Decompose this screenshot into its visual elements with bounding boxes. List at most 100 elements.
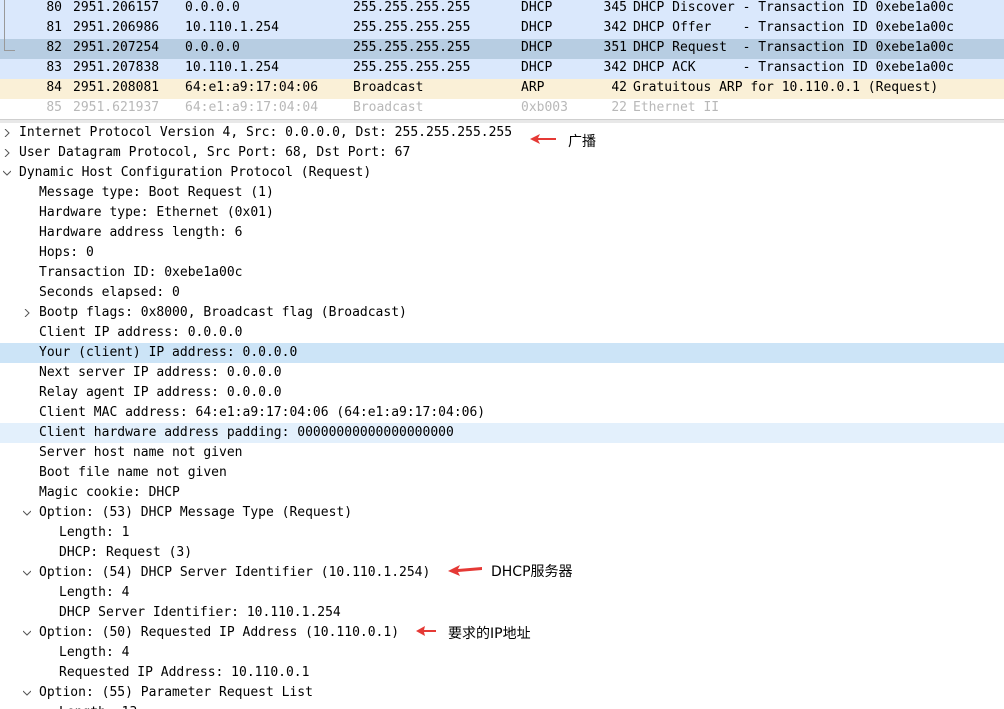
detail-tree-label: Option: (50) Requested IP Address (10.11… [39, 625, 400, 640]
packet-dst-cell: 255.255.255.255 [353, 60, 471, 75]
detail-tree-item[interactable]: Bootp flags: 0x8000, Broadcast flag (Bro… [0, 303, 1004, 323]
packet-no-cell: 84 [46, 80, 62, 95]
detail-tree-item[interactable]: Relay agent IP address: 0.0.0.0 [0, 383, 1004, 403]
packet-info-cell: Ethernet II [633, 100, 720, 115]
detail-tree-item[interactable]: Magic cookie: DHCP [0, 483, 1004, 503]
packet-row[interactable]: 81 2951.206986 10.110.1.254 255.255.255.255… [0, 19, 1004, 39]
packet-list: 80 2951.206157 0.0.0.0 255.255.255.255 DHCP 3… [0, 0, 1004, 119]
detail-tree-item[interactable]: Hardware address length: 6 [0, 223, 1004, 243]
packet-len-cell: 351 [603, 40, 627, 55]
packet-src-cell: 0.0.0.0 [185, 0, 240, 15]
packet-proto-cell: DHCP [521, 60, 553, 75]
packet-src-cell: 10.110.1.254 [185, 60, 279, 75]
packet-row[interactable]: 80 2951.206157 0.0.0.0 255.255.255.255 DHCP 3… [0, 0, 1004, 19]
packet-proto-cell: DHCP [521, 20, 553, 35]
detail-tree-item[interactable]: Hops: 0 [0, 243, 1004, 263]
chevron-right-icon[interactable] [3, 129, 11, 137]
detail-tree-label: Requested IP Address: 10.110.0.1 [59, 665, 310, 680]
packet-info-cell: Gratuitous ARP for 10.110.0.1 (Request) [633, 80, 939, 95]
detail-tree-label: Internet Protocol Version 4, Src: 0.0.0.… [19, 125, 513, 140]
detail-tree-item[interactable]: Hardware type: Ethernet (0x01) [0, 203, 1004, 223]
packet-src-cell: 64:e1:a9:17:04:04 [185, 100, 319, 115]
packet-row[interactable]: 82 2951.207254 0.0.0.0 255.255.255.255 DHCP 3… [0, 39, 1004, 59]
detail-tree-label: Server host name not given [39, 445, 243, 460]
chevron-down-icon[interactable] [23, 509, 31, 517]
detail-tree-label: Hardware address length: 6 [39, 225, 243, 240]
detail-tree-item[interactable]: Length: 1 [0, 523, 1004, 543]
detail-tree-label: Length: 4 [59, 645, 130, 660]
packet-info-cell: DHCP Discover - Transaction ID 0xebe1a00… [633, 0, 954, 15]
packet-len-cell: 342 [603, 20, 627, 35]
broadcast-arrow-icon [530, 134, 556, 144]
packet-row[interactable]: 84 2951.208081 64:e1:a9:17:04:06 Broadcast A… [0, 79, 1004, 99]
detail-tree-item[interactable]: Option: (55) Parameter Request List [0, 683, 1004, 703]
detail-tree-item[interactable]: Boot file name not given [0, 463, 1004, 483]
detail-tree-item[interactable]: DHCP: Request (3) [0, 543, 1004, 563]
detail-tree-item[interactable]: Server host name not given [0, 443, 1004, 463]
detail-tree-item[interactable]: Requested IP Address: 10.110.0.1 [0, 663, 1004, 683]
packet-row[interactable]: 85 2951.621937 64:e1:a9:17:04:04 Broadcast 0… [0, 99, 1004, 119]
detail-tree-label: DHCP Server Identifier: 10.110.1.254 [59, 605, 341, 620]
packet-src-cell: 64:e1:a9:17:04:06 [185, 80, 319, 95]
detail-tree-label: Seconds elapsed: 0 [39, 285, 180, 300]
detail-tree-item[interactable]: Transaction ID: 0xebe1a00c [0, 263, 1004, 283]
annotation-requested-ip: 要求的IP地址 [448, 626, 531, 642]
packet-time-cell: 2951.208081 [73, 80, 160, 95]
packet-dst-cell: 255.255.255.255 [353, 0, 471, 15]
detail-tree-item[interactable]: Length: 13 [0, 703, 1004, 709]
conversation-line [4, 0, 5, 40]
detail-tree-label: DHCP: Request (3) [59, 545, 193, 560]
detail-tree-item[interactable]: Seconds elapsed: 0 [0, 283, 1004, 303]
detail-tree-label: Your (client) IP address: 0.0.0.0 [39, 345, 298, 360]
detail-tree-item[interactable]: DHCP Server Identifier: 10.110.1.254 [0, 603, 1004, 623]
chevron-down-icon[interactable] [23, 629, 31, 637]
detail-tree-item[interactable]: User Datagram Protocol, Src Port: 68, Ds… [0, 143, 1004, 163]
detail-tree-label: Option: (55) Parameter Request List [39, 685, 313, 700]
detail-tree-label: Client MAC address: 64:e1:a9:17:04:06 (6… [39, 405, 486, 420]
detail-tree-label: Length: 13 [59, 703, 137, 709]
detail-tree-label: Transaction ID: 0xebe1a00c [39, 265, 243, 280]
detail-tree-label: Length: 1 [59, 525, 130, 540]
chevron-down-icon[interactable] [23, 569, 31, 577]
detail-tree-item[interactable]: Length: 4 [0, 643, 1004, 663]
chevron-down-icon[interactable] [23, 689, 31, 697]
detail-tree-item[interactable]: Next server IP address: 0.0.0.0 [0, 363, 1004, 383]
packet-time-cell: 2951.206986 [73, 20, 160, 35]
detail-tree-item[interactable]: Client IP address: 0.0.0.0 [0, 323, 1004, 343]
detail-tree-item[interactable]: Option: (53) DHCP Message Type (Request) [0, 503, 1004, 523]
packet-len-cell: 42 [611, 80, 627, 95]
detail-tree-label: Hardware type: Ethernet (0x01) [39, 205, 274, 220]
detail-tree-item[interactable]: Your (client) IP address: 0.0.0.0 [0, 343, 1004, 363]
detail-tree-item[interactable]: Internet Protocol Version 4, Src: 0.0.0.… [0, 123, 1004, 143]
packet-len-cell: 22 [611, 100, 627, 115]
detail-tree-label: Boot file name not given [39, 465, 227, 480]
detail-tree-label: Relay agent IP address: 0.0.0.0 [39, 385, 282, 400]
detail-tree-item[interactable]: Message type: Boot Request (1) [0, 183, 1004, 203]
detail-tree-label: Dynamic Host Configuration Protocol (Req… [19, 165, 372, 180]
annotation-broadcast: 广播 [568, 134, 596, 150]
packet-no-cell: 81 [46, 20, 62, 35]
packet-no-cell: 83 [46, 60, 62, 75]
packet-info-cell: DHCP Request - Transaction ID 0xebe1a00c [633, 40, 954, 55]
packet-time-cell: 2951.207838 [73, 60, 160, 75]
chevron-down-icon[interactable] [3, 169, 11, 177]
detail-tree-label: Option: (53) DHCP Message Type (Request) [39, 505, 353, 520]
packet-info-cell: DHCP Offer - Transaction ID 0xebe1a00c [633, 20, 954, 35]
detail-tree-label: Client hardware address padding: 0000000… [39, 425, 454, 440]
chevron-right-icon[interactable] [23, 309, 31, 317]
detail-tree-item[interactable]: Length: 4 [0, 583, 1004, 603]
packet-row[interactable]: 83 2951.207838 10.110.1.254 255.255.255.255… [0, 59, 1004, 79]
packet-len-cell: 345 [603, 0, 627, 15]
annotation-dhcp-server: DHCP服务器 [491, 564, 573, 580]
conversation-bracket [4, 40, 15, 51]
chevron-right-icon[interactable] [3, 149, 11, 157]
detail-tree-label: Option: (54) DHCP Server Identifier (10.… [39, 565, 431, 580]
packet-dst-cell: 255.255.255.255 [353, 20, 471, 35]
detail-tree-item[interactable]: Client MAC address: 64:e1:a9:17:04:06 (6… [0, 403, 1004, 423]
packet-no-cell: 85 [46, 100, 62, 115]
detail-tree-item[interactable]: Dynamic Host Configuration Protocol (Req… [0, 163, 1004, 183]
packet-time-cell: 2951.207254 [73, 40, 160, 55]
packet-proto-cell: DHCP [521, 0, 553, 15]
detail-tree-label: User Datagram Protocol, Src Port: 68, Ds… [19, 145, 411, 160]
detail-tree-item[interactable]: Client hardware address padding: 0000000… [0, 423, 1004, 443]
